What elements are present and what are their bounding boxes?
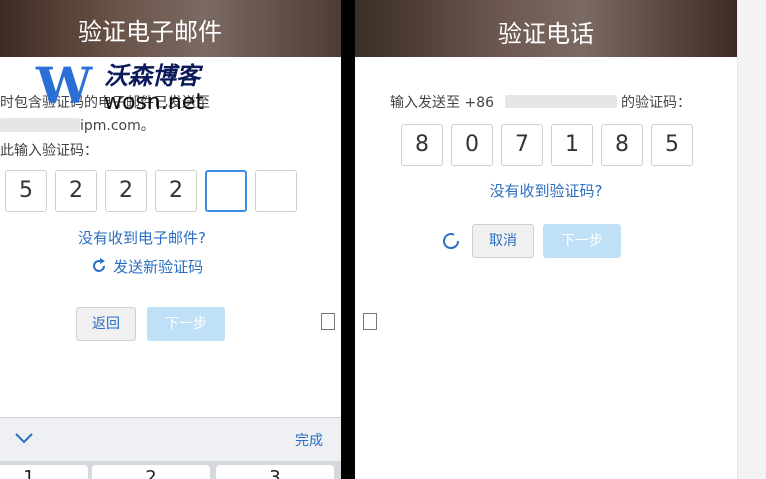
right-page-title: 验证电话: [498, 20, 594, 48]
phone-code-box-1[interactable]: 8: [401, 124, 443, 166]
code-prompt: 此输入验证码：: [0, 143, 98, 159]
watermark-en: wosn.net: [104, 90, 204, 115]
watermark-logo-letter: W: [36, 56, 92, 115]
keyboard-keys: 1 2 3: [0, 461, 341, 479]
left-next-button[interactable]: 下一步: [147, 307, 225, 341]
phone-code-box-5[interactable]: 8: [601, 124, 643, 166]
phone-code-box-3[interactable]: 7: [501, 124, 543, 166]
phone-redacted: [505, 95, 617, 108]
panel-divider: [341, 0, 355, 479]
back-button[interactable]: 返回: [76, 307, 136, 341]
email-domain: ipm.com。: [80, 118, 155, 134]
cancel-button[interactable]: 取消: [472, 224, 534, 258]
code-box-4[interactable]: 2: [155, 170, 197, 212]
empty-box-glyph: [363, 313, 377, 330]
code-box-3[interactable]: 2: [105, 170, 147, 212]
phone-prompt-suffix: 的验证码：: [621, 95, 691, 111]
email-redacted: [0, 118, 80, 132]
code-box-6[interactable]: [255, 170, 297, 212]
phone-code-box-2[interactable]: 0: [451, 124, 493, 166]
left-page-title: 验证电子邮件: [78, 18, 222, 46]
empty-box-glyph: [321, 313, 335, 330]
keyboard-done-button[interactable]: 完成: [295, 430, 323, 450]
code-box-2[interactable]: 2: [55, 170, 97, 212]
code-box-1[interactable]: 5: [5, 170, 47, 212]
phone-code-box-4[interactable]: 1: [551, 124, 593, 166]
key-1[interactable]: 1: [0, 465, 88, 479]
watermark-cn: 沃森博客: [104, 62, 200, 90]
key-2[interactable]: 2: [92, 465, 210, 479]
keyboard-toolbar: 完成: [0, 417, 341, 462]
refresh-icon: [90, 257, 108, 279]
loading-spinner-icon: [441, 231, 461, 255]
side-margin: [737, 0, 766, 479]
right-next-button[interactable]: 下一步: [543, 224, 621, 258]
resend-code-label: 发送新验证码: [113, 258, 204, 276]
phone-prompt-prefix: 输入发送至 +86: [390, 95, 494, 111]
phone-code-box-6[interactable]: 5: [651, 124, 693, 166]
phone-verification-panel: 验证电话 输入发送至 +86 的验证码： 8 0 7 1 8 5 没有收到验证码…: [355, 0, 737, 479]
key-3[interactable]: 3: [216, 465, 334, 479]
chevron-down-icon[interactable]: [14, 430, 34, 449]
resend-code-link[interactable]: 发送新验证码: [90, 256, 203, 279]
no-email-link[interactable]: 没有收到电子邮件?: [78, 227, 206, 248]
code-box-5[interactable]: [205, 170, 247, 212]
no-code-link[interactable]: 没有收到验证码?: [355, 180, 737, 201]
